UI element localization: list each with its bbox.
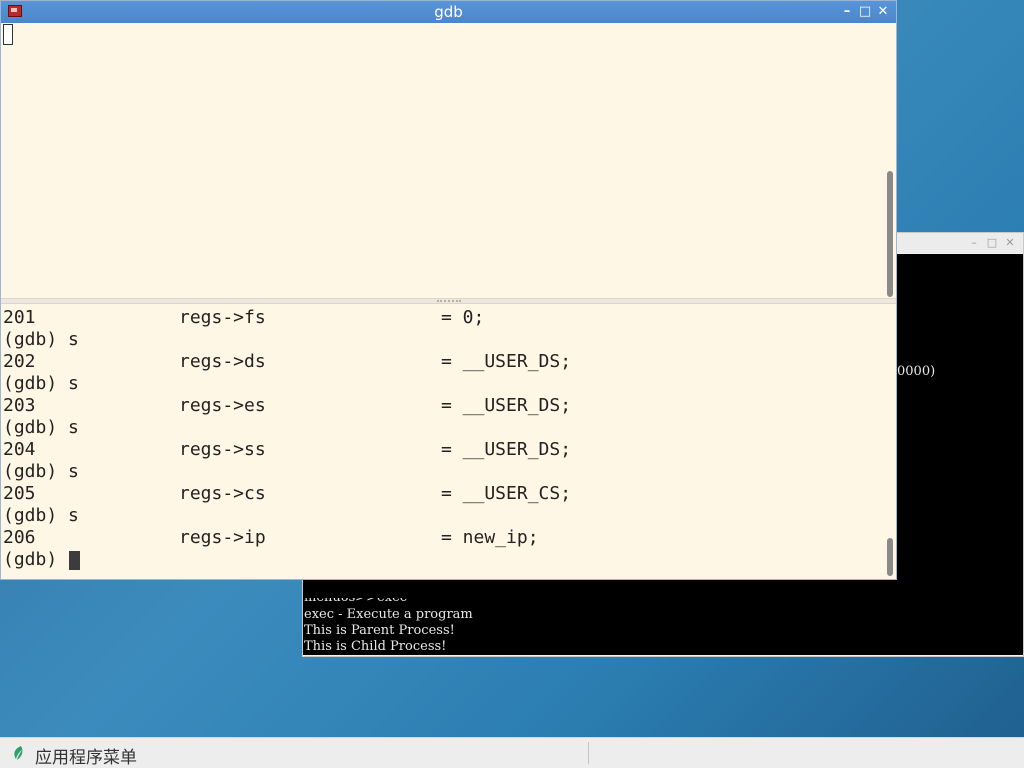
prompt-text: (gdb) s — [3, 461, 79, 482]
prompt-text: (gdb) s — [3, 329, 79, 350]
source-line: 205 regs->cs = __USER_CS; — [3, 483, 571, 505]
gdb-prompt-line: (gdb) s — [3, 373, 79, 395]
prompt-text: (gdb) s — [3, 505, 79, 526]
line-number: 203 — [3, 395, 36, 416]
source-line: 202 regs->ds = __USER_DS; — [3, 351, 571, 373]
gdb-input-line[interactable]: (gdb) — [3, 549, 80, 571]
minimize-icon[interactable]: – — [967, 236, 981, 250]
line-code: regs->ip — [179, 527, 266, 548]
gdb-prompt-line: (gdb) s — [3, 461, 79, 483]
source-line: 201 regs->fs = 0; — [3, 307, 484, 329]
minimize-icon[interactable]: – — [839, 4, 855, 20]
source-scrollbar[interactable] — [884, 23, 896, 298]
source-line: 206 regs->ip = new_ip; — [3, 527, 539, 549]
text-cursor — [3, 24, 13, 45]
applications-menu-button[interactable]: 应用程序菜单 — [35, 743, 137, 768]
console-partial-text: 0000) — [897, 364, 936, 379]
line-number: 206 — [3, 527, 36, 548]
gdb-titlebar[interactable]: gdb – □ ✕ — [1, 1, 896, 23]
prompt-text: (gdb) s — [3, 373, 79, 394]
line-number: 202 — [3, 351, 36, 372]
gdb-console-pane[interactable]: 201 regs->fs = 0; (gdb) s 202 regs->ds =… — [1, 305, 884, 579]
console-scrollbar[interactable] — [884, 305, 896, 579]
block-cursor — [69, 551, 80, 570]
line-value: = new_ip; — [441, 527, 539, 548]
line-number: 204 — [3, 439, 36, 460]
prompt-text: (gdb) s — [3, 417, 79, 438]
line-value: = __USER_DS; — [441, 351, 572, 372]
gdb-prompt-line: (gdb) s — [3, 329, 79, 351]
line-number: 201 — [3, 307, 36, 328]
line-code: regs->fs — [179, 307, 266, 328]
line-code: regs->ss — [179, 439, 266, 460]
prompt-text: (gdb) — [3, 549, 58, 570]
gdb-prompt-line: (gdb) s — [3, 505, 79, 527]
close-icon[interactable]: ✕ — [875, 4, 891, 20]
maximize-icon[interactable]: □ — [985, 236, 999, 250]
gdb-prompt-line: (gdb) s — [3, 417, 79, 439]
taskbar-separator — [588, 742, 589, 764]
line-value: = __USER_CS; — [441, 483, 572, 504]
pane-divider[interactable] — [1, 298, 896, 304]
line-value: = __USER_DS; — [441, 439, 572, 460]
line-value: = __USER_DS; — [441, 395, 572, 416]
window-title: gdb — [434, 3, 463, 21]
line-code: regs->ds — [179, 351, 266, 372]
taskbar: 应用程序菜单 — [0, 737, 1024, 768]
line-code: regs->cs — [179, 483, 266, 504]
line-code: regs->es — [179, 395, 266, 416]
maximize-icon[interactable]: □ — [857, 4, 873, 20]
leaf-icon[interactable] — [11, 745, 25, 761]
scrollbar-thumb[interactable] — [887, 171, 893, 297]
source-pane[interactable] — [1, 23, 884, 298]
source-line: 204 regs->ss = __USER_DS; — [3, 439, 571, 461]
scrollbar-thumb[interactable] — [887, 538, 893, 576]
line-number: 205 — [3, 483, 36, 504]
console-line: exec - Execute a program — [304, 607, 473, 622]
console-line: This is Parent Process! — [304, 623, 455, 638]
gdb-window[interactable]: gdb – □ ✕ 201 regs->fs = 0; (gdb) s 202 … — [0, 0, 897, 580]
line-value: = 0; — [441, 307, 485, 328]
close-icon[interactable]: ✕ — [1003, 236, 1017, 250]
console-line: menuos>>exec — [304, 590, 408, 605]
console-line: This is Child Process! — [304, 639, 447, 654]
source-line: 203 regs->es = __USER_DS; — [3, 395, 571, 417]
drag-handle-icon[interactable] — [437, 300, 461, 304]
